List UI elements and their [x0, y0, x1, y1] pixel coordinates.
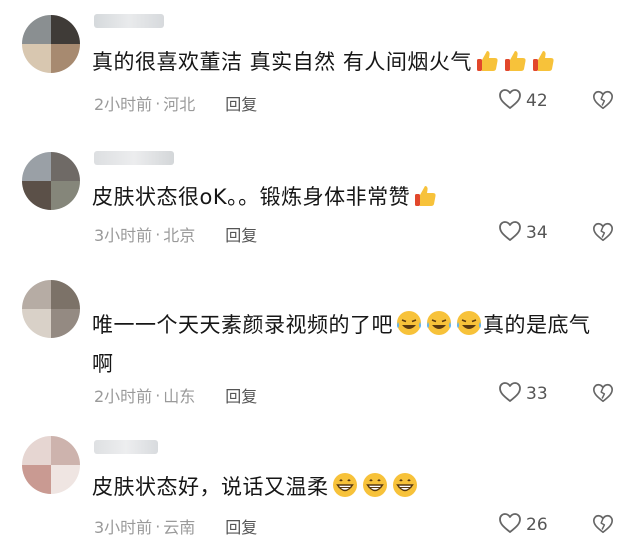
grinning-face-icon [331, 471, 359, 509]
comment-time: 3小时前 [94, 518, 153, 537]
comment-meta: 2小时前 · 山东 回复 [94, 383, 257, 407]
reply-button[interactable]: 回复 [225, 91, 257, 115]
comment-meta: 3小时前 · 北京 回复 [94, 222, 257, 246]
comment-text-content: 唯一一个天天素颜录视频的了吧 [92, 313, 393, 337]
reply-button[interactable]: 回复 [225, 222, 257, 246]
like-button[interactable]: 33 [498, 381, 548, 407]
comment-time: 3小时前 [94, 226, 153, 245]
username-blurred[interactable] [94, 440, 158, 454]
thumbs-up-icon [412, 183, 438, 219]
heart-icon [498, 88, 522, 114]
comment-time: 2小时前 [94, 387, 153, 406]
grinning-face-icon [391, 471, 419, 509]
comment-text: 皮肤状态很oK。。锻炼身体非常赞 [92, 180, 612, 219]
comment-meta: 3小时前 · 云南 回复 [94, 514, 257, 538]
like-button[interactable]: 34 [498, 220, 548, 246]
rolling-laughing-icon [425, 309, 453, 347]
broken-heart-icon [592, 222, 614, 247]
comment-location: 河北 [163, 95, 196, 114]
broken-heart-icon [592, 383, 614, 408]
grinning-face-icon [361, 471, 389, 509]
dislike-button[interactable] [592, 382, 614, 408]
rolling-laughing-icon [395, 309, 423, 347]
reply-button[interactable]: 回复 [225, 383, 257, 407]
comment-location: 山东 [163, 387, 196, 406]
thumbs-up-icon [474, 48, 500, 84]
like-button[interactable]: 42 [498, 88, 548, 114]
meta-separator: · [155, 516, 161, 536]
dislike-button[interactable] [592, 221, 614, 247]
comment-text-content: 皮肤状态好，说话又温柔 [92, 475, 329, 499]
username-blurred[interactable] [94, 151, 174, 165]
like-count: 42 [526, 91, 548, 111]
like-button[interactable]: 26 [498, 512, 548, 538]
thumbs-up-icon [502, 48, 528, 84]
heart-icon [498, 512, 522, 538]
comment-meta: 2小时前 · 河北 回复 [94, 91, 257, 115]
meta-separator: · [155, 385, 161, 405]
like-count: 33 [526, 384, 548, 404]
like-count: 34 [526, 223, 548, 243]
avatar[interactable] [22, 280, 80, 338]
reply-button[interactable]: 回复 [225, 514, 257, 538]
meta-separator: · [155, 224, 161, 244]
dislike-button[interactable] [592, 89, 614, 115]
broken-heart-icon [592, 514, 614, 539]
comment-text: 皮肤状态好，说话又温柔 [92, 470, 612, 509]
avatar[interactable] [22, 436, 80, 494]
username-blurred[interactable] [94, 14, 164, 28]
like-count: 26 [526, 515, 548, 535]
meta-separator: · [155, 93, 161, 113]
comment-text-content: 皮肤状态很oK。。锻炼身体非常赞 [92, 185, 411, 209]
rolling-laughing-icon [455, 309, 483, 347]
comment-location: 云南 [163, 518, 196, 537]
heart-icon [498, 381, 522, 407]
comment-location: 北京 [163, 226, 196, 245]
comment-text: 真的很喜欢董洁 真实自然 有人间烟火气 [92, 45, 612, 84]
avatar[interactable] [22, 15, 80, 73]
heart-icon [498, 220, 522, 246]
avatar[interactable] [22, 152, 80, 210]
broken-heart-icon [592, 90, 614, 115]
thumbs-up-icon [530, 48, 556, 84]
dislike-button[interactable] [592, 513, 614, 539]
comment-text-content: 真的很喜欢董洁 真实自然 有人间烟火气 [92, 50, 472, 74]
comment-time: 2小时前 [94, 95, 153, 114]
comment-feed: 真的很喜欢董洁 真实自然 有人间烟火气 2小时前 · 河北 回复 42 皮肤状态很o… [0, 0, 640, 540]
comment-text: 唯一一个天天素颜录视频的了吧 真的是底气啊 [92, 308, 602, 381]
